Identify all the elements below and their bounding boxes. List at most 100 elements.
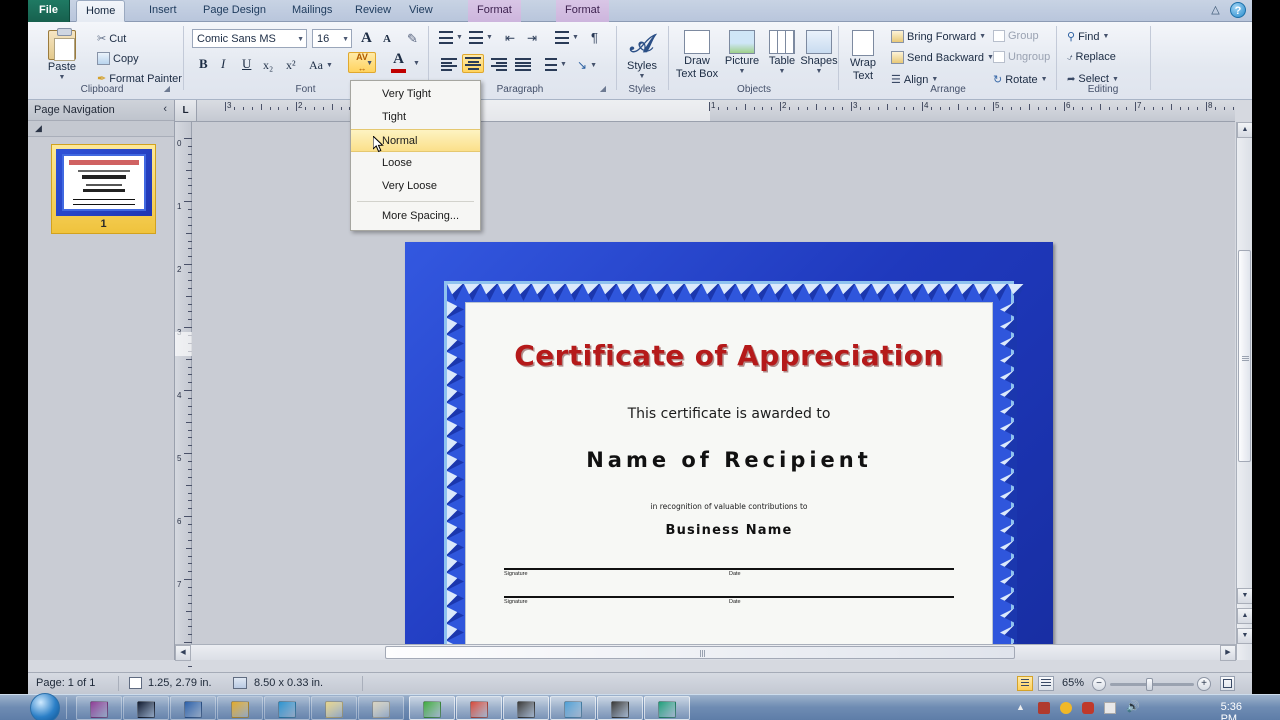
taskbar-item-media-player[interactable] <box>76 696 122 720</box>
taskbar-item-paint[interactable] <box>358 696 404 720</box>
certificate-paper[interactable]: Certificate of Appreciation This certifi… <box>465 302 993 660</box>
taskbar-item-windows-explorer-dark[interactable] <box>123 696 169 720</box>
antivirus-icon[interactable] <box>1082 702 1094 714</box>
page-indicator[interactable]: Page: 1 of 1 <box>36 677 95 689</box>
pen-icon[interactable]: ◢ <box>35 123 42 134</box>
change-case-button[interactable]: Aa ▼ <box>306 56 336 75</box>
chevron-down-icon[interactable]: ▼ <box>1041 76 1048 83</box>
vertical-scroll-thumb[interactable] <box>1238 250 1251 462</box>
character-spacing-button[interactable]: AV ↔ ▼ <box>348 52 376 73</box>
volume-icon[interactable]: 🔊 <box>1126 702 1140 714</box>
page-thumbnail-1[interactable]: 1 <box>51 144 156 234</box>
chevron-down-icon[interactable]: ▼ <box>297 30 304 49</box>
certificate-title[interactable]: Certificate of Appreciation <box>500 339 958 372</box>
chevron-down-icon[interactable]: ▼ <box>366 60 373 67</box>
document-canvas[interactable]: Certificate of Appreciation This certifi… <box>192 122 1235 660</box>
chevron-down-icon[interactable]: ▼ <box>342 30 349 49</box>
align-right-button[interactable] <box>488 56 510 73</box>
font-name-combo[interactable]: Comic Sans MS ▼ <box>192 29 307 48</box>
font-size-combo[interactable]: 16 ▼ <box>312 29 352 48</box>
menu-item-more-spacing[interactable]: More Spacing... <box>351 205 480 228</box>
clipboard-dialog-launcher[interactable]: ◢ <box>164 84 170 93</box>
bold-button[interactable]: B <box>196 54 211 74</box>
replace-button[interactable]: ⍻ Replace <box>1064 49 1119 65</box>
vertical-scrollbar[interactable]: ▲ ▼ ▲ ▼ <box>1236 122 1252 660</box>
clear-formatting-button[interactable]: ✎ <box>404 29 421 49</box>
horizontal-scrollbar[interactable]: ◀ ▶ <box>175 644 1236 661</box>
show-marks-button[interactable]: ¶ <box>588 28 601 47</box>
superscript-button[interactable]: x² <box>283 56 299 75</box>
taskbar-item-scissors-tool[interactable] <box>217 696 263 720</box>
menu-item-loose[interactable]: Loose <box>351 152 480 175</box>
chevron-down-icon[interactable]: ▼ <box>59 74 66 81</box>
columns-button[interactable]: ▼ <box>552 29 582 46</box>
tab-mailings[interactable]: Mailings <box>283 0 341 22</box>
chevron-down-icon[interactable]: ▼ <box>639 73 646 80</box>
picture-button[interactable]: Picture ▼ <box>722 28 762 77</box>
zoom-slider-handle[interactable] <box>1146 678 1153 691</box>
certificate-awarded-to[interactable]: This certificate is awarded to <box>500 406 958 422</box>
italic-button[interactable]: I <box>218 54 228 74</box>
table-button[interactable]: Table ▼ <box>764 28 800 77</box>
certificate-page[interactable]: Certificate of Appreciation This certifi… <box>405 242 1053 660</box>
font-color-button[interactable]: A <box>388 52 409 75</box>
taskbar-item-nitro-pdf[interactable] <box>409 696 455 720</box>
certificate-recipient[interactable]: Name of Recipient <box>500 448 958 472</box>
taskbar-item-publisher[interactable] <box>644 696 690 720</box>
chevron-down-icon[interactable]: ▼ <box>456 34 463 41</box>
clock[interactable]: 5:36 PM <box>1221 701 1242 720</box>
styles-button[interactable]: 𝒜 Styles ▼ <box>622 30 662 82</box>
chevron-down-icon[interactable]: ▼ <box>572 34 579 41</box>
chevron-up-icon[interactable]: ▲ <box>1016 702 1028 714</box>
text-direction-button[interactable]: ↘ ▼ <box>574 56 600 74</box>
chevron-down-icon[interactable]: ▼ <box>931 76 938 83</box>
chevron-down-icon[interactable]: ▼ <box>326 62 333 69</box>
numbering-button[interactable]: ▼ <box>466 29 496 46</box>
grow-font-button[interactable]: A <box>358 28 375 49</box>
font-color-dropdown[interactable]: ▼ <box>410 58 423 69</box>
chevron-down-icon[interactable]: ▼ <box>1102 33 1109 40</box>
chevron-down-icon[interactable]: ▼ <box>979 33 986 40</box>
windows-start-orb[interactable] <box>30 693 60 720</box>
vertical-ruler[interactable]: 012345678 <box>175 100 192 691</box>
network-icon[interactable] <box>1038 702 1050 714</box>
tab-view[interactable]: View <box>400 0 442 22</box>
scroll-right-button[interactable]: ▶ <box>1220 645 1236 661</box>
chevron-up-icon[interactable]: △ <box>1208 3 1223 18</box>
menu-item-very-tight[interactable]: Very Tight <box>351 83 480 106</box>
zoom-in-button[interactable]: + <box>1197 677 1211 691</box>
align-left-button[interactable] <box>438 56 460 73</box>
menu-item-tight[interactable]: Tight <box>351 106 480 129</box>
zoom-level[interactable]: 65% <box>1062 677 1084 689</box>
bring-forward-button[interactable]: Bring Forward ▼ <box>888 28 989 45</box>
taskbar-item-photoshop[interactable] <box>170 696 216 720</box>
bullets-button[interactable]: ▼ <box>436 29 466 46</box>
subscript-button[interactable]: x₂ <box>260 56 276 75</box>
date-label-1[interactable]: Date <box>729 571 741 577</box>
chevron-down-icon[interactable]: ▼ <box>779 68 786 75</box>
previous-page-button[interactable]: ▲ <box>1237 608 1252 624</box>
taskbar-item-internet-explorer[interactable] <box>264 696 310 720</box>
shrink-font-button[interactable]: A <box>380 31 394 47</box>
tab-home[interactable]: Home <box>76 0 126 22</box>
horizontal-scroll-thumb[interactable] <box>385 646 1015 659</box>
chevron-down-icon[interactable]: ▼ <box>590 62 597 69</box>
fit-page-icon[interactable] <box>1220 676 1235 691</box>
signature-label-2[interactable]: Signature <box>504 599 528 605</box>
scroll-left-button[interactable]: ◀ <box>175 645 191 661</box>
tab-page-design[interactable]: Page Design <box>194 0 275 22</box>
single-page-view-icon[interactable] <box>1017 676 1033 691</box>
tab-format-2[interactable]: Format <box>556 0 609 22</box>
tab-format-text[interactable]: Format <box>468 0 521 22</box>
taskbar-item-photo-viewer[interactable] <box>550 696 596 720</box>
send-backward-button[interactable]: Send Backward ▼ <box>888 49 997 66</box>
tab-insert[interactable]: Insert <box>140 0 186 22</box>
chevron-left-icon[interactable]: ‹ <box>163 103 167 115</box>
wrap-text-button[interactable]: Wrap Text <box>844 28 882 84</box>
chevron-down-icon[interactable]: ▼ <box>816 68 823 75</box>
taskbar-item-graduation-window[interactable] <box>503 696 549 720</box>
copy-button[interactable]: Copy <box>94 50 142 67</box>
tab-file[interactable]: File <box>28 0 70 22</box>
tab-review[interactable]: Review <box>346 0 400 22</box>
paragraph-dialog-launcher[interactable]: ◢ <box>600 84 606 93</box>
